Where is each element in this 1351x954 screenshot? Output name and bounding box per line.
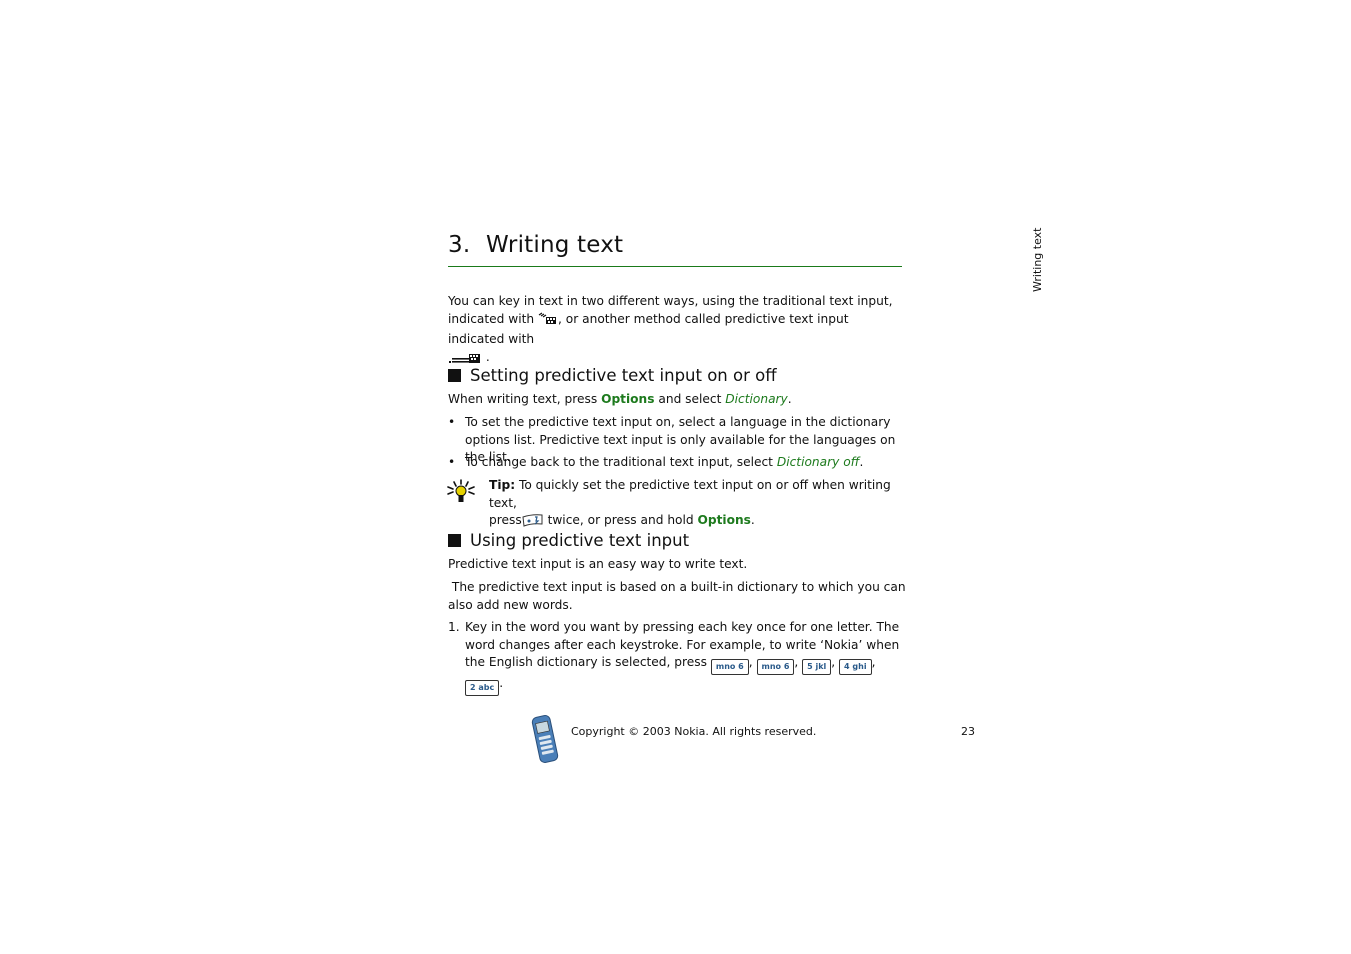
section-heading-text: Setting predictive text input on or off	[470, 366, 777, 385]
bullet-text: To change back to the traditional text i…	[465, 454, 908, 472]
options-softkey-label: Options	[601, 392, 655, 406]
page-number: 23	[961, 725, 975, 738]
key-2abc-icon: 2 abc	[465, 680, 500, 696]
tip-text: Tip: To quickly set the predictive text …	[489, 477, 909, 533]
instruction-text: and select	[658, 392, 722, 406]
copyright-notice: Copyright © 2003 Nokia. All rights reser…	[571, 725, 817, 738]
intro-line-3-end: .	[485, 349, 490, 364]
step-end: .	[499, 676, 504, 690]
square-bullet-icon	[448, 534, 461, 547]
dictionary-off-menu-item: Dictionary off	[776, 455, 860, 469]
intro-line-2a: indicated with	[448, 311, 535, 326]
separator: ,	[794, 655, 799, 669]
nokia-phone-icon	[530, 714, 560, 768]
options-softkey-label: Options	[697, 513, 751, 527]
tip-lightbulb-icon	[446, 479, 476, 509]
tip-text-part: press	[489, 513, 522, 527]
key-mno6-icon: mno 6	[710, 659, 749, 675]
step-number: 1.	[448, 620, 460, 634]
bullet-dot: •	[448, 415, 456, 429]
instruction-end: .	[787, 392, 792, 406]
title-divider	[448, 266, 902, 267]
bullet-item: • To change back to the traditional text…	[448, 454, 908, 472]
bullet-text-part: To change back to the traditional text i…	[465, 455, 773, 469]
side-section-label: Writing text	[1031, 227, 1044, 293]
intro-line-1: You can key in text in two different way…	[448, 294, 893, 308]
section2-para-1: Predictive text input is an easy way to …	[448, 557, 748, 571]
chapter-title-text: Writing text	[486, 232, 624, 258]
separator: ,	[748, 655, 753, 669]
chapter-title: 3. Writing text	[448, 232, 623, 258]
separator: ,	[871, 655, 876, 669]
dictionary-menu-item: Dictionary	[725, 392, 788, 406]
tip-end: .	[750, 513, 755, 527]
key-mno6-icon: mno 6	[756, 659, 795, 675]
tip-label: Tip:	[489, 478, 516, 492]
step-text: Key in the word you want by pressing eac…	[465, 619, 908, 696]
traditional-text-input-icon	[538, 312, 558, 332]
square-bullet-icon	[448, 369, 461, 382]
section1-instruction: When writing text, press Options and sel…	[448, 391, 908, 409]
key-4ghi-icon: 4 ghi	[839, 659, 872, 675]
section-heading-setting-predictive: Setting predictive text input on or off	[448, 366, 777, 385]
step-text-part: Key in the word you want by pressing eac…	[465, 620, 900, 669]
section-heading-using-predictive: Using predictive text input	[448, 531, 689, 550]
bullet-end: .	[859, 455, 864, 469]
section2-para-2: The predictive text input is based on a …	[448, 580, 910, 612]
tip-text-part: To quickly set the predictive text input…	[489, 478, 891, 510]
numbered-step: 1. Key in the word you want by pressing …	[448, 619, 908, 696]
section-heading-text: Using predictive text input	[470, 531, 690, 550]
tip-text-part: twice, or press and hold	[547, 513, 694, 527]
manual-page: Writing text 3. Writing text You can key …	[0, 0, 1351, 954]
bullet-dot: •	[448, 455, 456, 469]
separator: ,	[831, 655, 836, 669]
key-5jkl-icon: 5 jkl	[802, 659, 832, 675]
intro-paragraph: You can key in text in two different way…	[448, 293, 908, 369]
instruction-text: When writing text, press	[448, 392, 598, 406]
chapter-number: 3.	[448, 232, 471, 258]
edit-key-icon	[522, 513, 544, 533]
